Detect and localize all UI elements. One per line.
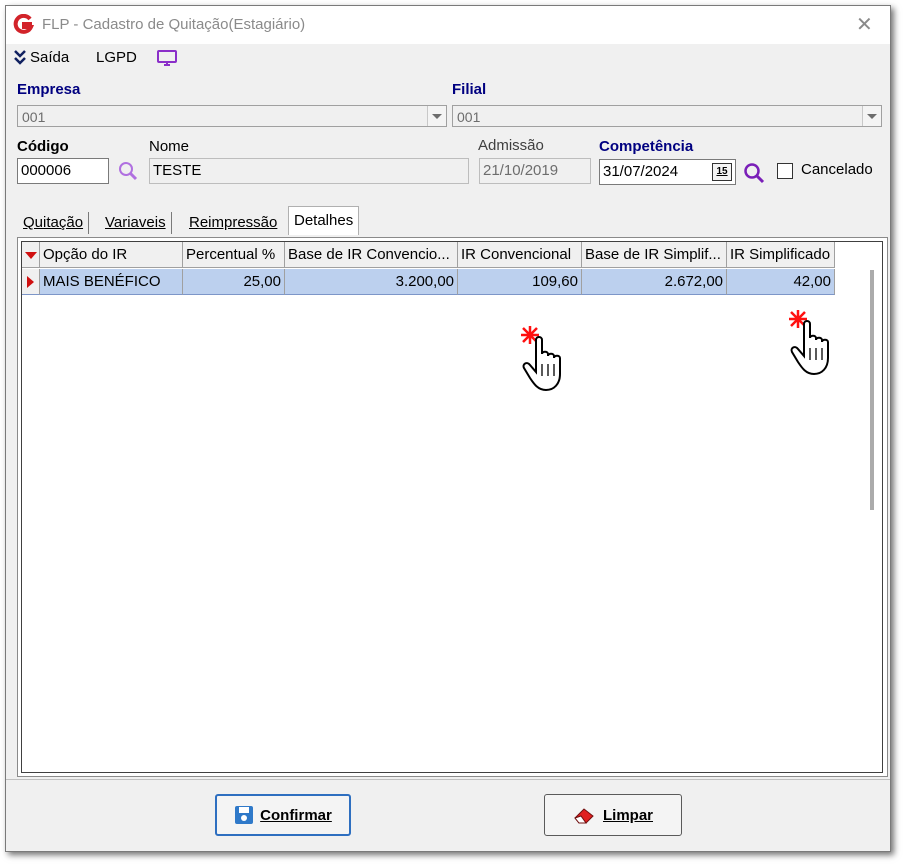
ir-grid[interactable]: Opção do IR Percentual % Base de IR Conv…	[21, 241, 883, 773]
row-indicator-header	[22, 242, 40, 268]
table-cell[interactable]: 3.200,00	[285, 269, 458, 295]
admissao-field[interactable]: 21/10/2019	[479, 158, 591, 184]
footer-divider	[6, 779, 890, 780]
lgpd-button[interactable]: LGPD	[96, 49, 137, 66]
ir-details-panel: Opção do IR Percentual % Base de IR Conv…	[17, 237, 888, 777]
clear-button[interactable]: Limpar	[544, 794, 682, 836]
window-title: FLP - Cadastro de Quitação(Estagiário)	[42, 16, 306, 33]
cancelado-checkbox[interactable]	[777, 163, 793, 179]
tab-detalhes-ir[interactable]: Detalhes IR	[288, 206, 360, 257]
current-row-icon	[27, 276, 34, 288]
eraser-icon	[574, 808, 594, 824]
lgpd-label: LGPD	[96, 49, 137, 66]
tab-label: Quitação	[23, 214, 84, 231]
vertical-scrollbar[interactable]	[870, 270, 874, 510]
sort-down-icon	[25, 252, 37, 259]
confirm-button[interactable]: Confirmar	[215, 794, 351, 836]
tab-reimpressao[interactable]: Reimpressão	[184, 212, 282, 234]
confirm-label: Confirmar	[260, 806, 332, 824]
table-cell[interactable]: 25,00	[183, 269, 285, 295]
calendar-icon[interactable]: 15	[712, 163, 732, 181]
monitor-button[interactable]	[156, 49, 178, 67]
exit-button[interactable]: Saída	[14, 49, 69, 66]
competencia-value: 31/07/2024	[603, 163, 679, 180]
table-cell[interactable]: 2.672,00	[582, 269, 727, 295]
search-icon[interactable]	[117, 160, 139, 182]
clear-label: Limpar	[602, 806, 653, 824]
table-cell[interactable]: 109,60	[458, 269, 582, 295]
exit-arrow-icon	[14, 49, 26, 65]
tab-variaveis[interactable]: Variaveis	[100, 212, 172, 234]
chevron-down-icon[interactable]	[862, 106, 881, 126]
nome-label: Nome	[149, 138, 190, 155]
table-row[interactable]: MAIS BENÉFICO 25,00 3.200,00 109,60 2.67…	[22, 269, 835, 295]
search-icon[interactable]	[742, 161, 766, 185]
hand-pointer-icon	[789, 310, 829, 376]
tab-label: Reimpressão	[189, 214, 278, 231]
column-header[interactable]: Opção do IR	[40, 242, 183, 268]
save-icon	[235, 806, 254, 824]
tab-quitacao[interactable]: Quitação	[18, 212, 90, 234]
column-header[interactable]: Base de IR Simplif...	[582, 242, 727, 268]
filial-label: Filial	[452, 81, 487, 98]
competencia-field[interactable]: 31/07/2024 15	[599, 159, 736, 185]
chevron-down-icon[interactable]	[427, 106, 446, 126]
toolbar: Saída LGPD	[6, 44, 890, 72]
monitor-icon	[157, 50, 177, 66]
cancelado-label: Cancelado	[801, 161, 873, 178]
column-header[interactable]: IR Convencional	[458, 242, 582, 268]
column-header[interactable]: Percentual %	[183, 242, 285, 268]
title-bar: FLP - Cadastro de Quitação(Estagiário) ✕	[6, 6, 890, 44]
grid-header: Opção do IR Percentual % Base de IR Conv…	[22, 242, 835, 269]
app-logo-icon	[13, 14, 34, 34]
exit-label: Saída	[30, 49, 70, 66]
empresa-value: 001	[22, 109, 46, 125]
competencia-label: Competência	[599, 138, 694, 155]
row-indicator	[22, 269, 40, 295]
table-cell[interactable]: MAIS BENÉFICO	[40, 269, 183, 295]
dialog-window: FLP - Cadastro de Quitação(Estagiário) ✕…	[5, 5, 891, 852]
admissao-label: Admissão	[478, 137, 544, 154]
close-icon[interactable]: ✕	[856, 12, 873, 37]
column-header[interactable]: IR Simplificado	[727, 242, 835, 268]
hand-pointer-icon	[521, 326, 561, 392]
empresa-select[interactable]: 001	[17, 105, 447, 127]
codigo-field[interactable]: 000006	[17, 158, 109, 184]
empresa-label: Empresa	[17, 81, 81, 98]
tab-label: Variaveis	[105, 214, 166, 231]
nome-field[interactable]: TESTE	[149, 158, 469, 184]
column-header[interactable]: Base de IR Convencio...	[285, 242, 458, 268]
codigo-label: Código	[17, 138, 69, 155]
table-cell[interactable]: 42,00	[727, 269, 835, 295]
filial-value: 001	[457, 109, 481, 125]
filial-select[interactable]: 001	[452, 105, 882, 127]
